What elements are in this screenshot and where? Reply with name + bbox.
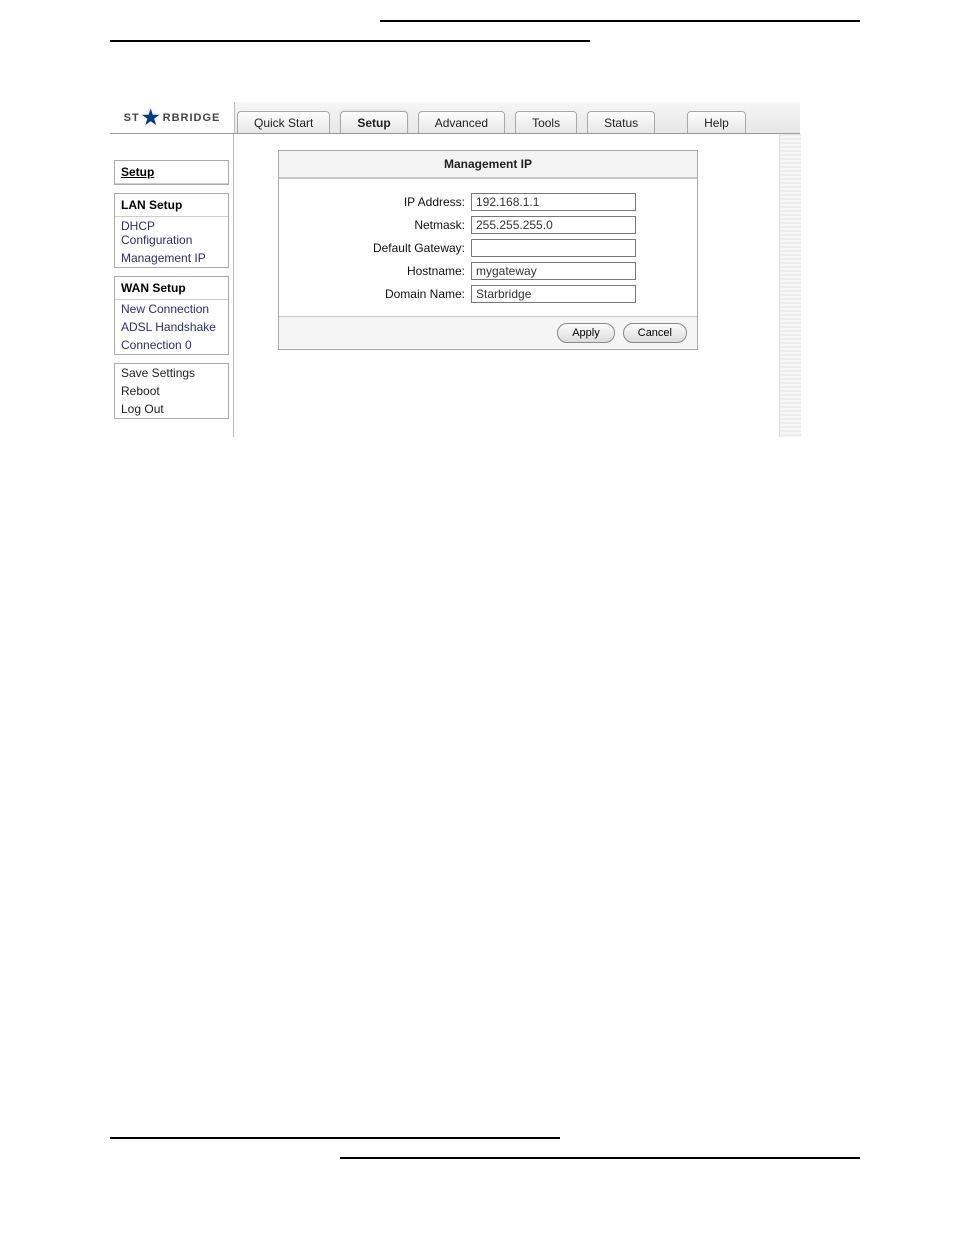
sidebar-heading-wan: WAN Setup xyxy=(115,277,228,300)
label-ip: IP Address: xyxy=(291,195,471,209)
sidebar-link-save[interactable]: Save Settings xyxy=(115,364,228,382)
top-bar: ST ★ RBRIDGE Quick Start Setup Advanced … xyxy=(110,102,800,134)
logo-prefix: ST xyxy=(124,112,140,124)
brand-logo: ST ★ RBRIDGE xyxy=(110,102,234,133)
label-netmask: Netmask: xyxy=(291,218,471,232)
sidebar-section-lan: LAN Setup DHCP Configuration Management … xyxy=(114,193,229,268)
input-ip[interactable] xyxy=(471,193,636,211)
label-gateway: Default Gateway: xyxy=(291,241,471,255)
sidebar-link-logout[interactable]: Log Out xyxy=(115,400,228,418)
tab-help[interactable]: Help xyxy=(687,111,746,133)
right-hatch-decor xyxy=(779,134,801,437)
tab-bar: Quick Start Setup Advanced Tools Status … xyxy=(234,102,800,133)
tab-advanced[interactable]: Advanced xyxy=(418,111,505,133)
decor-rule-2 xyxy=(110,40,590,42)
label-hostname: Hostname: xyxy=(291,264,471,278)
input-hostname[interactable] xyxy=(471,262,636,280)
sidebar: Setup LAN Setup DHCP Configuration Manag… xyxy=(110,134,234,437)
content-area: Management IP IP Address: Netmask: Defau… xyxy=(234,134,800,437)
apply-button[interactable]: Apply xyxy=(557,323,615,343)
star-icon: ★ xyxy=(142,108,161,128)
tab-setup[interactable]: Setup xyxy=(340,111,407,133)
input-netmask[interactable] xyxy=(471,216,636,234)
sidebar-link-adsl-handshake[interactable]: ADSL Handshake xyxy=(115,318,228,336)
cancel-button[interactable]: Cancel xyxy=(623,323,687,343)
input-gateway[interactable] xyxy=(471,239,636,257)
decor-rule-4 xyxy=(340,1157,860,1159)
sidebar-heading-setup: Setup xyxy=(115,161,228,184)
sidebar-section-setup: Setup xyxy=(114,160,229,185)
label-domain: Domain Name: xyxy=(291,287,471,301)
sidebar-link-new-connection[interactable]: New Connection xyxy=(115,300,228,318)
sidebar-section-system: Save Settings Reboot Log Out xyxy=(114,363,229,419)
tab-tools[interactable]: Tools xyxy=(515,111,577,133)
sidebar-link-reboot[interactable]: Reboot xyxy=(115,382,228,400)
decor-rule-3 xyxy=(110,1137,560,1139)
panel-title: Management IP xyxy=(279,151,697,179)
sidebar-link-dhcp[interactable]: DHCP Configuration xyxy=(115,217,228,249)
panel-body: IP Address: Netmask: Default Gateway: xyxy=(279,179,697,316)
router-admin-frame: ST ★ RBRIDGE Quick Start Setup Advanced … xyxy=(110,102,800,437)
sidebar-heading-lan: LAN Setup xyxy=(115,194,228,217)
panel-footer: Apply Cancel xyxy=(279,316,697,349)
decor-rule-1 xyxy=(380,20,860,22)
sidebar-section-wan: WAN Setup New Connection ADSL Handshake … xyxy=(114,276,229,355)
logo-suffix: RBRIDGE xyxy=(163,112,221,124)
sidebar-link-connection-0[interactable]: Connection 0 xyxy=(115,336,228,354)
sidebar-link-management-ip[interactable]: Management IP xyxy=(115,249,228,267)
management-ip-panel: Management IP IP Address: Netmask: Defau… xyxy=(278,150,698,350)
tab-status[interactable]: Status xyxy=(587,111,655,133)
tab-quick-start[interactable]: Quick Start xyxy=(237,111,330,133)
input-domain[interactable] xyxy=(471,285,636,303)
